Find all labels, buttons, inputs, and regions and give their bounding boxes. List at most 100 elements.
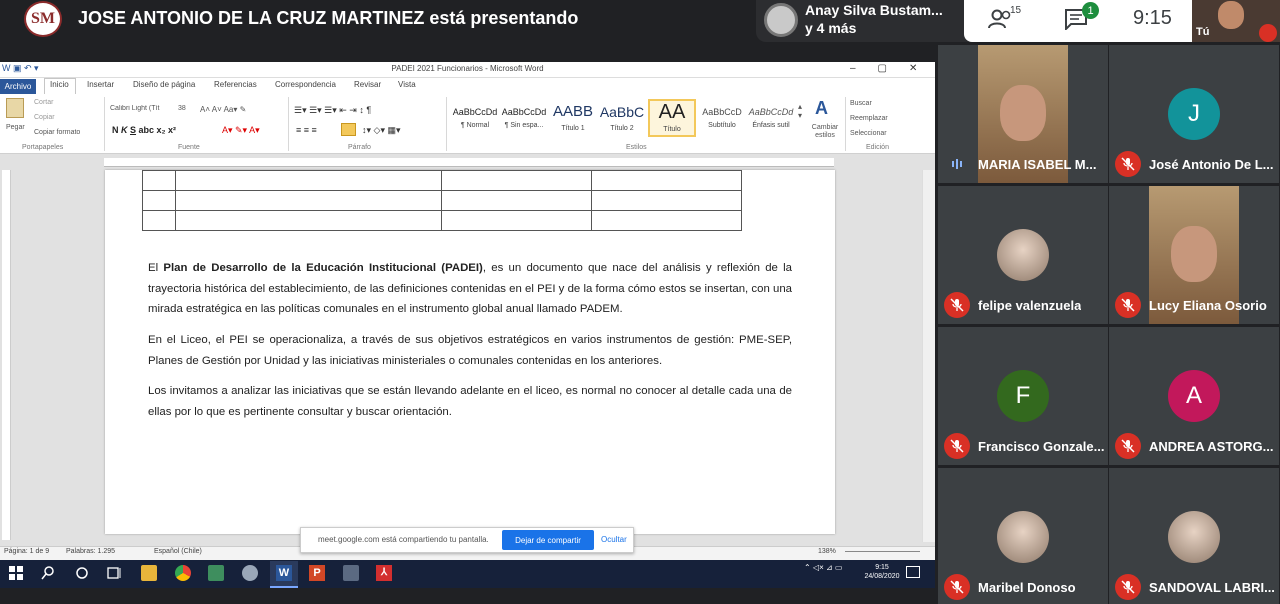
- paste-button[interactable]: Pegar: [6, 124, 25, 131]
- tab-inicio[interactable]: Inicio: [50, 80, 69, 89]
- change-styles-icon[interactable]: A: [815, 98, 835, 118]
- zoom-slider[interactable]: [845, 551, 920, 552]
- participant-tile[interactable]: SANDOVAL LABRI...: [1109, 468, 1279, 604]
- font-format-buttons[interactable]: N K S abc x₂ x²: [112, 125, 176, 135]
- file-explorer-icon[interactable]: [141, 565, 157, 581]
- style-heading-2[interactable]: AaBbC Título 2: [598, 99, 646, 137]
- editing-group-title: Edición: [866, 144, 889, 151]
- notifications-icon[interactable]: [906, 566, 920, 578]
- participant-name: SANDOVAL LABRI...: [1149, 580, 1275, 595]
- participant-tile[interactable]: A ANDREA ASTORG...: [1109, 327, 1279, 465]
- style-title-selected[interactable]: AA Título: [648, 99, 696, 137]
- participant-name: José Antonio De L...: [1149, 157, 1274, 172]
- top-participant-name: Anay Silva Bustam...: [805, 2, 943, 18]
- screen-share-text: meet.google.com está compartiendo tu pan…: [318, 535, 489, 544]
- language[interactable]: Español (Chile): [154, 548, 202, 555]
- word-window-title: PADEI 2021 Funcionarios - Microsoft Word: [391, 64, 544, 73]
- style-subtitle[interactable]: AaBbCcD Subtítulo: [698, 99, 746, 137]
- table-row: [142, 210, 742, 231]
- tab-insertar[interactable]: Insertar: [87, 80, 114, 89]
- tab-correspondencia[interactable]: Correspondencia: [275, 80, 336, 89]
- mic-off-icon: [944, 433, 970, 459]
- style-heading-1[interactable]: AABB Título 1: [549, 99, 597, 137]
- tab-revisar[interactable]: Revisar: [354, 80, 381, 89]
- participant-tile[interactable]: felipe valenzuela: [938, 186, 1108, 324]
- participant-avatar: F: [997, 370, 1049, 422]
- style-no-spacing[interactable]: AaBbCcDd ¶ Sin espa...: [500, 99, 548, 137]
- spacing-shading-buttons[interactable]: ↕▾ ◇▾ ▦▾: [362, 125, 400, 136]
- mic-off-icon: [1115, 433, 1141, 459]
- participant-avatar: [764, 3, 798, 37]
- page-count[interactable]: Página: 1 de 9: [4, 548, 49, 555]
- tab-referencias[interactable]: Referencias: [214, 80, 257, 89]
- font-size-buttons[interactable]: A˄ A˅ Aa▾ ✎: [200, 105, 246, 114]
- font-name-select[interactable]: Calibri Light (Tít: [110, 105, 170, 112]
- participant-face: [1000, 85, 1046, 141]
- format-painter-button[interactable]: Copiar formato: [34, 129, 80, 136]
- tab-archivo[interactable]: Archivo: [0, 79, 36, 94]
- participant-tile[interactable]: J José Antonio De L...: [1109, 45, 1279, 183]
- doc-paragraph-3[interactable]: Los invitamos a analizar las iniciativas…: [148, 381, 792, 422]
- participant-tile[interactable]: F Francisco Gonzale...: [938, 327, 1108, 465]
- mic-off-icon: [1115, 574, 1141, 600]
- acrobat-icon[interactable]: ⅄: [376, 565, 392, 581]
- taskbar-clock[interactable]: 9:15 24/08/2020: [862, 563, 902, 581]
- word-count[interactable]: Palabras: 1.295: [66, 548, 115, 555]
- chat-badge: 1: [1082, 2, 1099, 19]
- participant-avatar: [997, 229, 1049, 281]
- replace-button[interactable]: Reemplazar: [850, 115, 888, 122]
- hide-banner-link[interactable]: Ocultar: [601, 535, 627, 544]
- participant-avatar: [997, 511, 1049, 563]
- justify-button-active[interactable]: [341, 123, 356, 136]
- copy-button[interactable]: Copiar: [34, 114, 55, 121]
- mic-off-icon: [944, 292, 970, 318]
- windows-start-icon[interactable]: [8, 565, 24, 581]
- document-table[interactable]: [142, 170, 742, 231]
- style-normal[interactable]: AaBbCcDd ¶ Normal: [451, 99, 499, 137]
- paragraph-group-title: Párrafo: [348, 144, 371, 151]
- stop-sharing-button[interactable]: Dejar de compartir: [502, 530, 594, 550]
- horizontal-ruler[interactable]: [104, 158, 834, 167]
- mic-off-icon: [1259, 24, 1277, 42]
- paste-icon[interactable]: [6, 98, 24, 118]
- vertical-scrollbar[interactable]: [922, 170, 935, 542]
- speaking-indicator-icon: [944, 151, 970, 177]
- participant-tile[interactable]: Maribel Donoso: [938, 468, 1108, 604]
- self-label: Tú: [1196, 26, 1210, 38]
- cortana-icon[interactable]: [74, 565, 90, 581]
- window-controls[interactable]: –▢✕: [850, 63, 939, 74]
- alignment-buttons[interactable]: ≡ ≡ ≡: [296, 125, 317, 135]
- app-icon[interactable]: [242, 565, 258, 581]
- participant-name: ANDREA ASTORG...: [1149, 439, 1274, 454]
- participant-tile[interactable]: MARIA ISABEL M...: [938, 45, 1108, 183]
- find-button[interactable]: Buscar: [850, 100, 872, 107]
- cut-button[interactable]: Cortar: [34, 99, 53, 106]
- change-styles-button[interactable]: Cambiar estilos: [808, 124, 842, 140]
- participant-tile[interactable]: Lucy Eliana Osorio: [1109, 186, 1279, 324]
- tab-vista[interactable]: Vista: [398, 80, 416, 89]
- list-buttons[interactable]: ☰▾ ☰▾ ☰▾ ⇤ ⇥ ↕ ¶: [294, 105, 371, 116]
- meeting-clock: 9:15: [1133, 7, 1172, 29]
- chrome-icon[interactable]: [175, 565, 191, 581]
- doc-paragraph-1[interactable]: El Plan de Desarrollo de la Educación In…: [148, 258, 792, 320]
- style-subtle-emphasis[interactable]: AaBbCcDd Énfasis sutil: [747, 99, 795, 137]
- group-separator: [446, 97, 447, 151]
- font-color-buttons[interactable]: A▾ ✎▾ A▾: [222, 125, 260, 136]
- photos-icon[interactable]: [208, 565, 224, 581]
- search-icon[interactable]: [40, 565, 56, 581]
- table-row: [142, 170, 742, 191]
- doc-paragraph-2[interactable]: En el Liceo, el PEI se operacionaliza, a…: [148, 330, 792, 371]
- zoom-level[interactable]: 138%: [818, 548, 836, 555]
- tab-diseno[interactable]: Diseño de página: [133, 80, 195, 89]
- styles-scroll-buttons[interactable]: ▴ ▾: [798, 102, 802, 120]
- group-separator: [104, 97, 105, 151]
- participant-avatar: [1168, 511, 1220, 563]
- select-button[interactable]: Seleccionar: [850, 130, 887, 137]
- powerpoint-icon[interactable]: P: [309, 565, 325, 581]
- clipboard-group-title: Portapapeles: [22, 144, 64, 151]
- word-icon[interactable]: W: [276, 565, 292, 581]
- calculator-icon[interactable]: [343, 565, 359, 581]
- font-size-select[interactable]: 38: [178, 105, 186, 112]
- task-view-icon[interactable]: [106, 565, 122, 581]
- system-tray-icons[interactable]: ⌃ ◁× ⊿ ▭: [804, 563, 842, 572]
